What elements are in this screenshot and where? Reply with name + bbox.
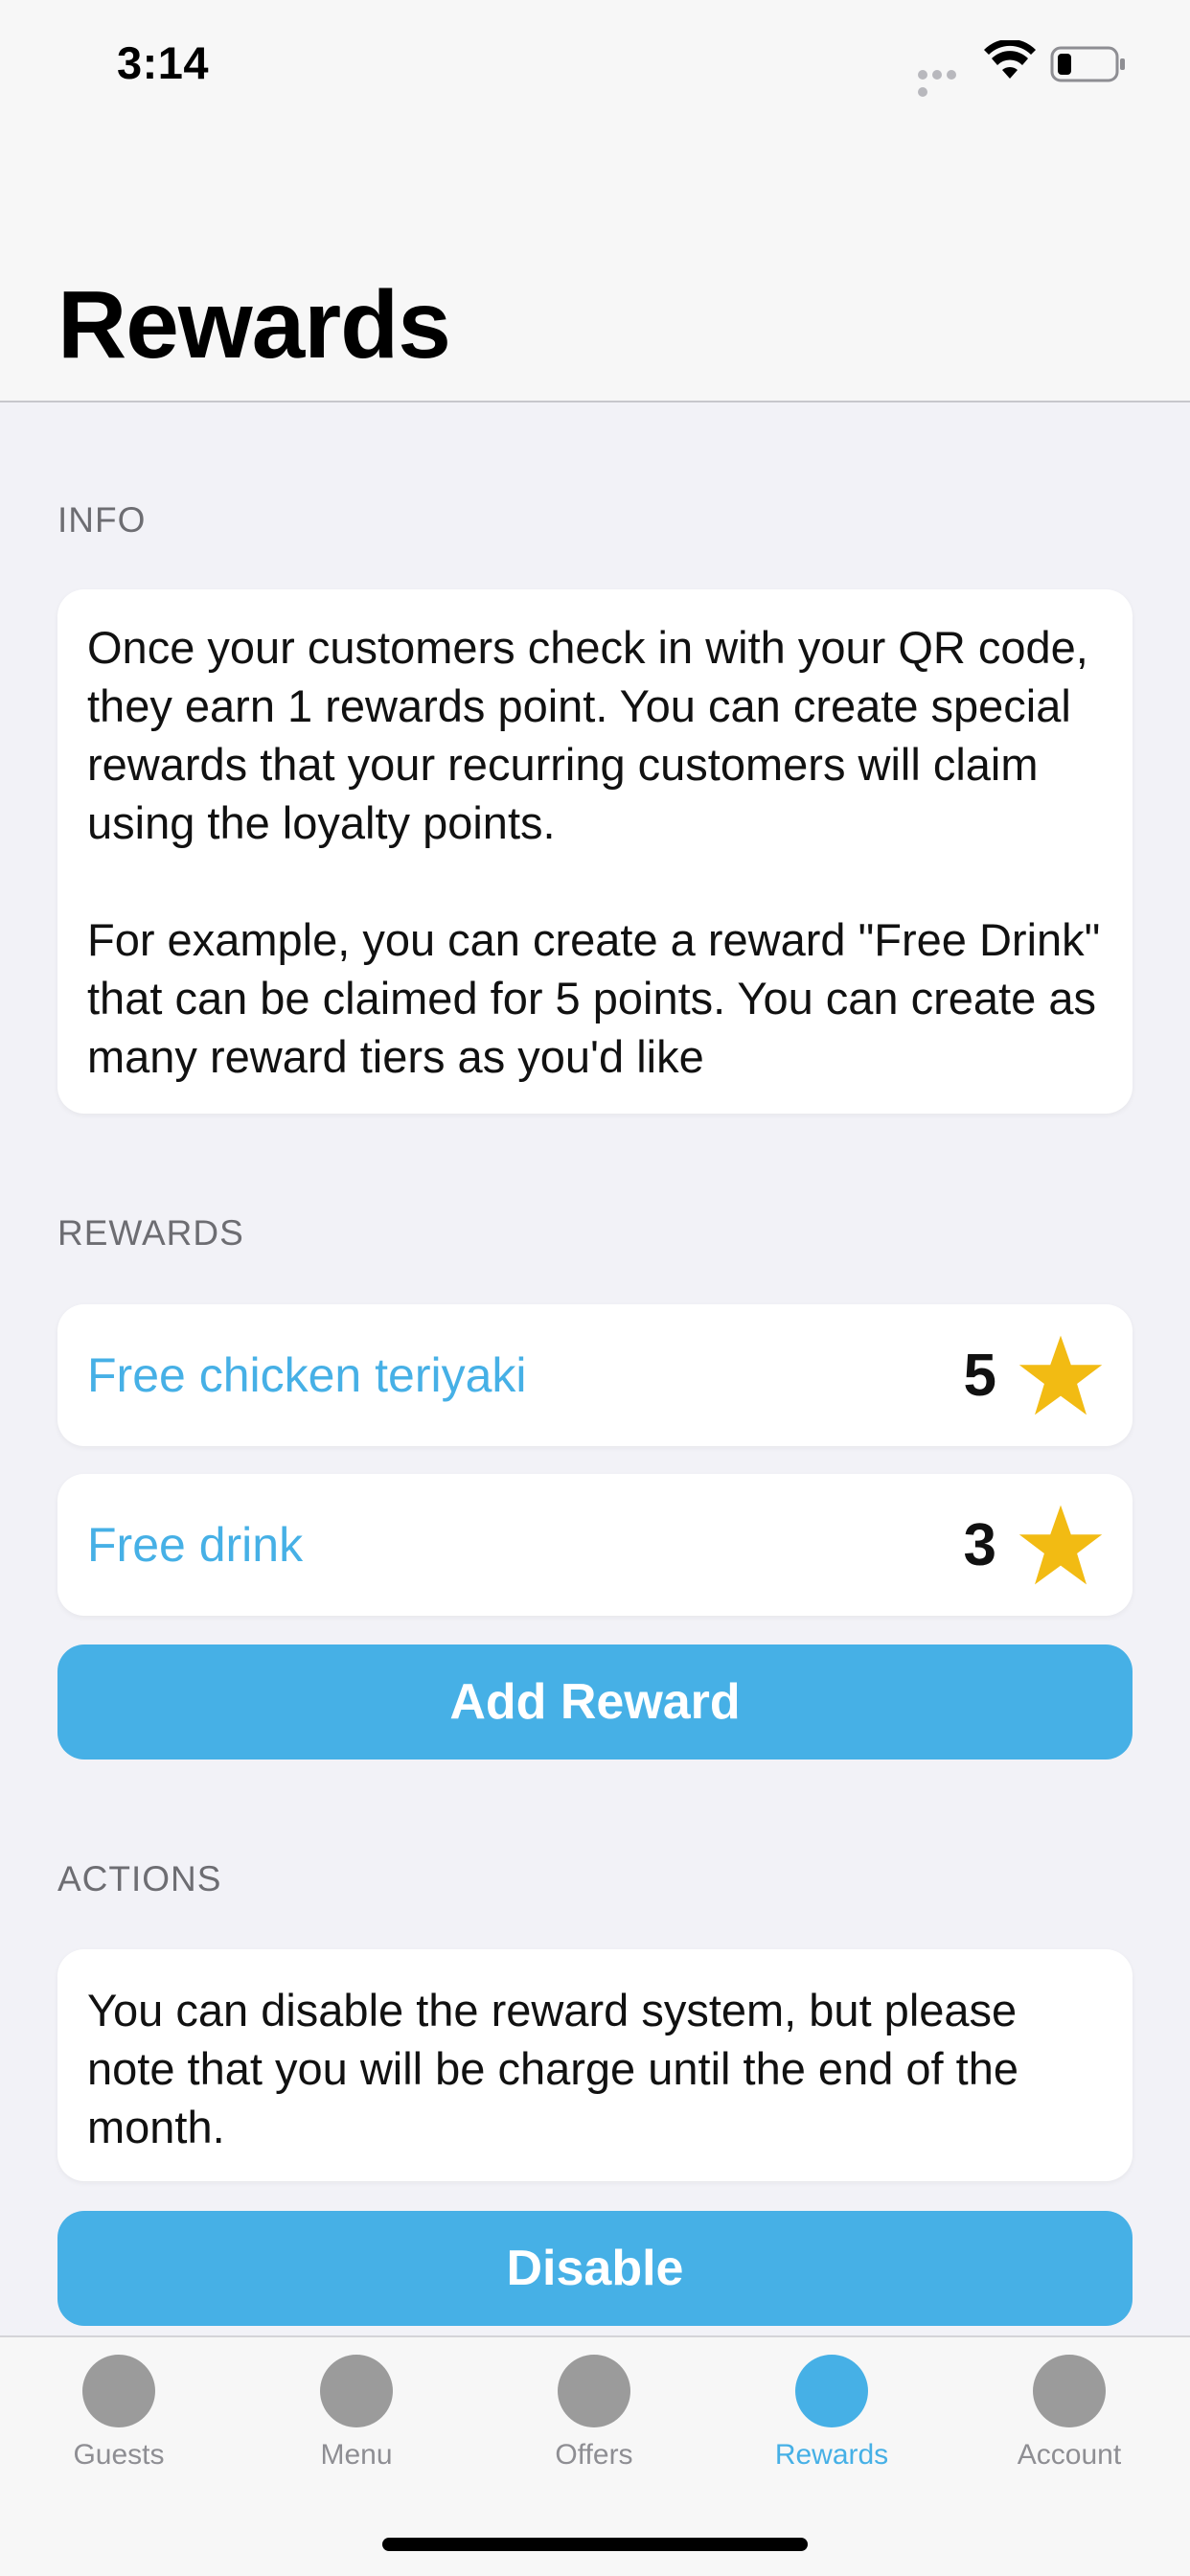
tab-label: Menu xyxy=(320,2439,393,2471)
menu-tab-icon xyxy=(320,2355,393,2427)
tab-label: Guests xyxy=(73,2439,165,2471)
info-paragraph-1: Once your customers check in with your Q… xyxy=(87,622,1088,848)
wifi-icon xyxy=(984,40,1036,79)
actions-card: You can disable the reward system, but p… xyxy=(57,1949,1133,2181)
navigation-header: 3:14 Rewards xyxy=(0,0,1190,402)
info-section-label: INFO xyxy=(57,500,147,540)
star-icon xyxy=(1018,1505,1103,1585)
rewards-tab-icon xyxy=(795,2355,868,2427)
cellular-signal-icon xyxy=(918,67,973,97)
page-title: Rewards xyxy=(57,271,451,379)
star-icon xyxy=(1018,1335,1103,1415)
tab-guests[interactable]: Guests xyxy=(0,2355,238,2472)
reward-points-group: 5 xyxy=(964,1333,1104,1417)
tab-menu[interactable]: Menu xyxy=(238,2355,475,2472)
info-card: Once your customers check in with your Q… xyxy=(57,589,1133,1114)
battery-icon xyxy=(1050,46,1125,82)
rewards-section-label: REWARDS xyxy=(57,1213,244,1253)
guests-tab-icon xyxy=(82,2355,155,2427)
account-tab-icon xyxy=(1033,2355,1106,2427)
reward-title: Free drink xyxy=(87,1518,304,1572)
reward-points: 3 xyxy=(963,1511,996,1578)
reward-item-free-chicken-teriyaki[interactable]: Free chicken teriyaki 5 xyxy=(57,1304,1133,1446)
offers-tab-icon xyxy=(558,2355,630,2427)
tab-label: Offers xyxy=(555,2439,633,2471)
tab-label: Rewards xyxy=(774,2439,889,2471)
tab-account[interactable]: Account xyxy=(950,2355,1188,2472)
reward-title: Free chicken teriyaki xyxy=(87,1348,527,1402)
tab-offers[interactable]: Offers xyxy=(475,2355,713,2472)
status-time: 3:14 xyxy=(117,37,210,88)
actions-section-label: ACTIONS xyxy=(57,1859,222,1898)
info-paragraph-2: For example, you can create a reward "Fr… xyxy=(87,914,1101,1082)
actions-description: You can disable the reward system, but p… xyxy=(87,1985,1018,2152)
disable-button[interactable]: Disable xyxy=(57,2211,1133,2326)
add-reward-button[interactable]: Add Reward xyxy=(57,1644,1133,1760)
reward-points-group: 3 xyxy=(964,1503,1104,1587)
home-indicator xyxy=(382,2538,808,2551)
tab-rewards[interactable]: Rewards xyxy=(713,2355,950,2472)
reward-points: 5 xyxy=(963,1342,996,1409)
status-bar: 3:14 xyxy=(0,0,1190,126)
reward-item-free-drink[interactable]: Free drink 3 xyxy=(57,1474,1133,1616)
tab-label: Account xyxy=(1017,2439,1122,2471)
